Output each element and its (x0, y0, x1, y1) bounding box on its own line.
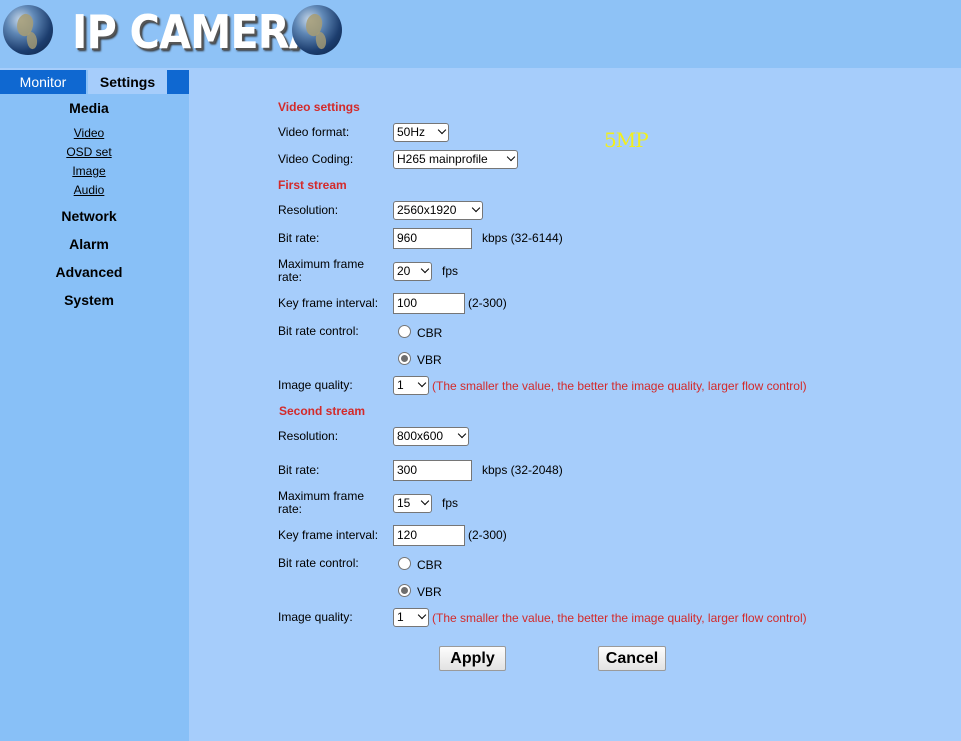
first-cbr-radio[interactable] (398, 325, 411, 338)
second-cbr-radio[interactable] (398, 557, 411, 570)
tab-strip-filler (167, 70, 189, 94)
apply-button[interactable]: Apply (439, 646, 506, 671)
first-quality-label: Image quality: (278, 378, 353, 392)
sidebar: Monitor Settings Media Video OSD set Ima… (0, 70, 189, 741)
tab-monitor[interactable]: Monitor (0, 70, 86, 94)
first-quality-value: 1 (397, 378, 404, 392)
sidebar-category-system[interactable]: System (0, 292, 178, 308)
section-second-stream: Second stream (279, 404, 366, 418)
second-keyframe-input[interactable]: 120 (393, 525, 465, 546)
first-vbr-label: VBR (417, 353, 442, 367)
first-bitrate-input[interactable]: 960 (393, 228, 472, 249)
chevron-down-icon (506, 152, 516, 162)
first-keyframe-label: Key frame interval: (278, 296, 379, 310)
sidebar-category-alarm[interactable]: Alarm (0, 236, 178, 252)
video-coding-value: H265 mainprofile (397, 152, 488, 166)
first-quality-select[interactable]: 1 (393, 376, 429, 395)
sidebar-item-audio[interactable]: Audio (0, 183, 178, 197)
first-framerate-unit: fps (442, 264, 459, 278)
first-control-label: Bit rate control: (278, 324, 359, 338)
first-keyframe-hint: (2-300) (468, 296, 507, 310)
video-coding-label: Video Coding: (278, 152, 354, 166)
sidebar-category-network[interactable]: Network (0, 208, 178, 224)
first-framerate-select[interactable]: 20 (393, 262, 432, 281)
chevron-down-icon (457, 429, 467, 439)
first-resolution-value: 2560x1920 (397, 203, 457, 217)
second-quality-label: Image quality: (278, 610, 353, 624)
chevron-down-icon (437, 125, 447, 135)
first-bitrate-hint: kbps (32-6144) (482, 231, 563, 245)
sidebar-category-advanced[interactable]: Advanced (0, 264, 178, 280)
second-quality-value: 1 (397, 610, 404, 624)
video-format-label: Video format: (278, 125, 350, 139)
first-framerate-label: Maximum frame rate: (278, 257, 365, 284)
first-bitrate-label: Bit rate: (278, 231, 320, 245)
second-bitrate-hint: kbps (32-2048) (482, 463, 563, 477)
second-bitrate-label: Bit rate: (278, 463, 320, 477)
settings-panel: 5MP Video settings Video format: 50Hz Vi… (189, 68, 961, 741)
second-vbr-radio[interactable] (398, 584, 411, 597)
second-keyframe-label: Key frame interval: (278, 528, 379, 542)
chevron-down-icon (420, 496, 430, 506)
second-resolution-value: 800x600 (397, 429, 444, 443)
second-bitrate-input[interactable]: 300 (393, 460, 472, 481)
second-control-label: Bit rate control: (278, 556, 359, 570)
cancel-button[interactable]: Cancel (598, 646, 666, 671)
first-quality-hint: (The smaller the value, the better the i… (432, 379, 807, 393)
app-title: IP CAMERA (72, 5, 321, 59)
sidebar-item-image[interactable]: Image (0, 164, 178, 178)
first-keyframe-input[interactable]: 100 (393, 293, 465, 314)
resolution-badge: 5MP (604, 128, 649, 152)
video-coding-select[interactable]: H265 mainprofile (393, 150, 518, 169)
sidebar-item-osd-set[interactable]: OSD set (0, 145, 178, 159)
sidebar-category-media[interactable]: Media (0, 100, 178, 116)
video-format-select[interactable]: 50Hz (393, 123, 449, 142)
chevron-down-icon (420, 264, 430, 274)
header-banner: IP CAMERA (0, 0, 961, 68)
second-framerate-unit: fps (442, 496, 459, 510)
first-cbr-label: CBR (417, 326, 443, 340)
chevron-down-icon (417, 378, 427, 388)
globe-icon (3, 5, 53, 55)
section-first-stream: First stream (278, 178, 347, 192)
tab-settings[interactable]: Settings (88, 70, 167, 94)
first-framerate-value: 20 (397, 264, 411, 278)
first-resolution-select[interactable]: 2560x1920 (393, 201, 483, 220)
first-vbr-radio[interactable] (398, 352, 411, 365)
second-vbr-label: VBR (417, 585, 442, 599)
chevron-down-icon (471, 203, 481, 213)
second-quality-hint: (The smaller the value, the better the i… (432, 611, 807, 625)
second-resolution-label: Resolution: (278, 429, 339, 443)
first-resolution-label: Resolution: (278, 203, 339, 217)
second-resolution-select[interactable]: 800x600 (393, 427, 469, 446)
video-format-value: 50Hz (397, 125, 426, 139)
second-keyframe-hint: (2-300) (468, 528, 507, 542)
second-cbr-label: CBR (417, 558, 443, 572)
globe-icon (292, 5, 342, 55)
second-framerate-label: Maximum frame rate: (278, 489, 365, 516)
second-quality-select[interactable]: 1 (393, 608, 429, 627)
sidebar-item-video[interactable]: Video (0, 126, 178, 140)
second-framerate-value: 15 (397, 496, 411, 510)
chevron-down-icon (417, 610, 427, 620)
section-video-settings: Video settings (278, 100, 360, 114)
second-framerate-select[interactable]: 15 (393, 494, 432, 513)
